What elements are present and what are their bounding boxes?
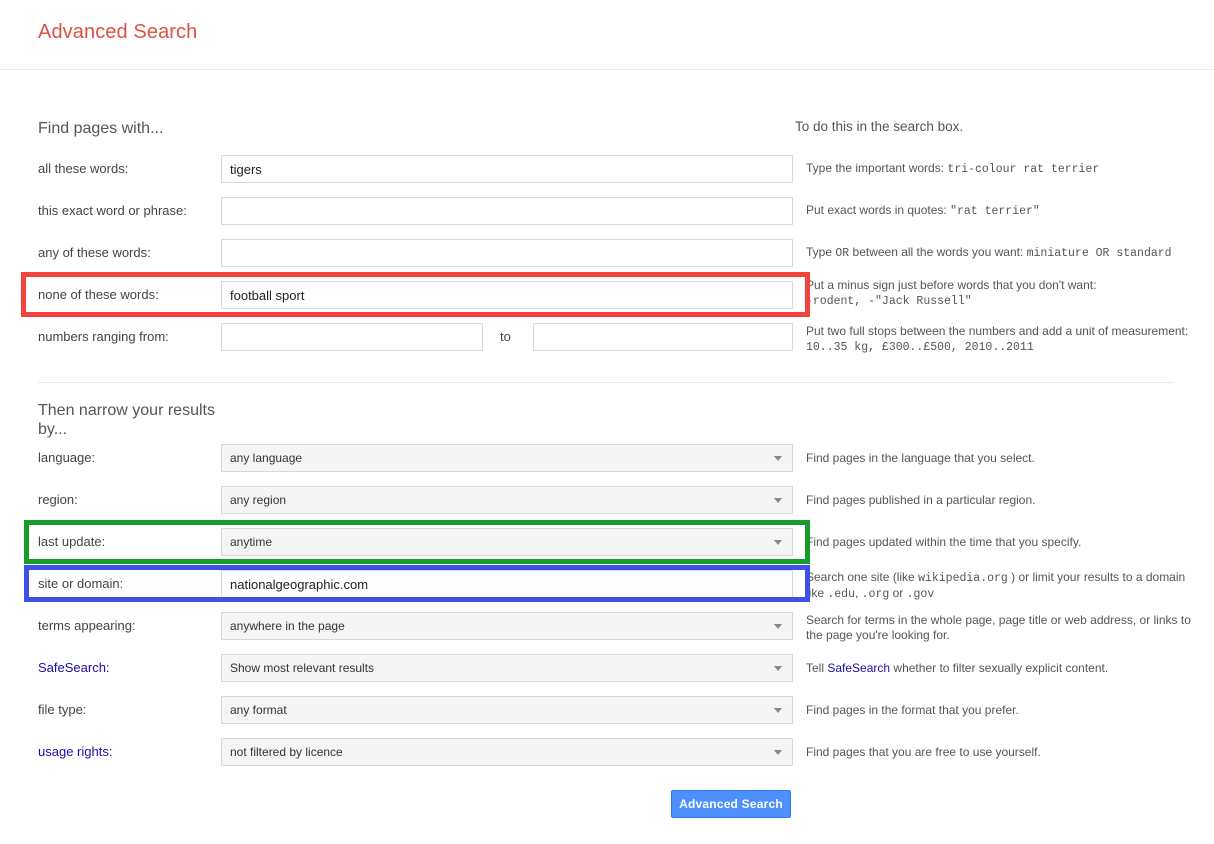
hint-text: Type [806, 245, 833, 259]
label-usage-rights-link[interactable]: usage rights: [38, 738, 112, 766]
label-none-of-these-words: none of these words: [38, 287, 159, 302]
label-any-of-these-words: any of these words: [38, 245, 151, 260]
narrow-results-heading: Then narrow your results by... [38, 401, 215, 439]
hint-text: Put a minus sign just before words that … [806, 278, 1097, 292]
chevron-down-icon [774, 540, 782, 545]
region-select-value: any region [230, 493, 287, 507]
terms-appearing-select-value: anywhere in the page [230, 619, 345, 633]
hint-text-1: Search one site (like [806, 570, 915, 584]
hint-none-of-these-words: Put a minus sign just before words that … [806, 278, 1206, 309]
hint-text-2: whether to filter sexually explicit cont… [893, 661, 1109, 675]
language-select-value: any language [230, 451, 303, 465]
section-divider [38, 382, 1174, 383]
hint-all-these-words: Type the important words: tri-colour rat… [806, 161, 1206, 177]
label-exact-word-or-phrase: this exact word or phrase: [38, 203, 187, 218]
last-update-select[interactable]: anytime [221, 528, 793, 556]
chevron-down-icon [774, 498, 782, 503]
hint-code-wikipedia: wikipedia.org [918, 572, 1008, 585]
label-language: language: [38, 450, 96, 465]
chevron-down-icon [774, 750, 782, 755]
site-or-domain-input[interactable] [221, 570, 793, 598]
chevron-down-icon [774, 666, 782, 671]
label-numbers-ranging-from: numbers ranging from: [38, 329, 169, 344]
hint-code: "rat terrier" [950, 205, 1040, 218]
hint-terms-appearing: Search for terms in the whole page, page… [806, 613, 1191, 642]
hint-safesearch: Tell SafeSearch whether to filter sexual… [806, 661, 1206, 676]
region-select[interactable]: any region [221, 486, 793, 514]
terms-appearing-select[interactable]: anywhere in the page [221, 612, 793, 640]
safesearch-select-value: Show most relevant results [230, 661, 375, 675]
label-site-or-domain: site or domain: [38, 576, 124, 591]
file-type-select-value: any format [230, 703, 287, 717]
find-pages-heading: Find pages with... [38, 120, 164, 137]
advanced-search-button[interactable]: Advanced Search [671, 790, 791, 818]
hint-text-2: between all the words you want: [852, 245, 1024, 259]
hint-code-gov: .gov [906, 588, 935, 601]
hint-site-or-domain: Search one site (like wikipedia.org ) or… [806, 570, 1206, 602]
label-file-type: file type: [38, 702, 87, 717]
chevron-down-icon [774, 456, 782, 461]
hint-safesearch-link[interactable]: SafeSearch [827, 661, 890, 675]
hint-usage-rights: Find pages that you are free to use your… [806, 745, 1041, 759]
numbers-from-input[interactable] [221, 323, 483, 351]
hint-code: -rodent, -"Jack Russell" [806, 295, 972, 308]
hint-text: Type the important words: [806, 161, 945, 175]
hint-text-4: or [892, 586, 904, 600]
hint-code-edu: .edu [827, 588, 855, 601]
none-of-these-words-input[interactable] [221, 281, 793, 309]
chevron-down-icon [774, 624, 782, 629]
hint-region: Find pages published in a particular reg… [806, 493, 1036, 507]
search-box-hint-heading: To do this in the search box. [795, 119, 964, 134]
last-update-select-value: anytime [230, 535, 273, 549]
label-last-update: last update: [38, 534, 106, 549]
safesearch-select[interactable]: Show most relevant results [221, 654, 793, 682]
usage-rights-select-value: not filtered by licence [230, 745, 343, 759]
hint-code-or: OR [835, 247, 850, 260]
narrow-results-heading-line1: Then narrow your results [38, 402, 215, 419]
exact-word-or-phrase-input[interactable] [221, 197, 793, 225]
language-select[interactable]: any language [221, 444, 793, 472]
hint-code: tri-colour rat terrier [947, 163, 1100, 176]
label-terms-appearing: terms appearing: [38, 618, 136, 633]
numbers-to-input[interactable] [533, 323, 793, 351]
label-region: region: [38, 492, 78, 507]
hint-numbers-ranging-from: Put two full stops between the numbers a… [806, 324, 1206, 355]
chevron-down-icon [774, 708, 782, 713]
file-type-select[interactable]: any format [221, 696, 793, 724]
label-safesearch-link[interactable]: SafeSearch: [38, 654, 110, 682]
hint-text-1: Tell [806, 661, 825, 675]
hint-exact-word-or-phrase: Put exact words in quotes: "rat terrier" [806, 203, 1206, 219]
hint-file-type: Find pages in the format that you prefer… [806, 703, 1019, 717]
any-of-these-words-input[interactable] [221, 239, 793, 267]
page-header: Advanced Search [0, 0, 1214, 70]
hint-last-update: Find pages updated within the time that … [806, 535, 1082, 549]
usage-rights-select[interactable]: not filtered by licence [221, 738, 793, 766]
hint-code-example: miniature OR standard [1026, 247, 1172, 260]
narrow-results-heading-line2: by... [38, 421, 68, 438]
numbers-to-label: to [500, 329, 511, 344]
hint-text: Put exact words in quotes: [806, 203, 947, 217]
hint-language: Find pages in the language that you sele… [806, 451, 1035, 465]
hint-text-3: , [854, 586, 859, 600]
page-title: Advanced Search [38, 21, 198, 43]
hint-code-org: .org [861, 588, 890, 601]
hint-text: Put two full stops between the numbers a… [806, 324, 1189, 338]
hint-code: 10..35 kg, £300..£500, 2010..2011 [806, 341, 1034, 354]
hint-any-of-these-words: Type OR between all the words you want: … [806, 245, 1206, 261]
all-these-words-input[interactable] [221, 155, 793, 183]
label-all-these-words: all these words: [38, 161, 129, 176]
advanced-search-page: Advanced Search Find pages with... To do… [0, 0, 1214, 844]
